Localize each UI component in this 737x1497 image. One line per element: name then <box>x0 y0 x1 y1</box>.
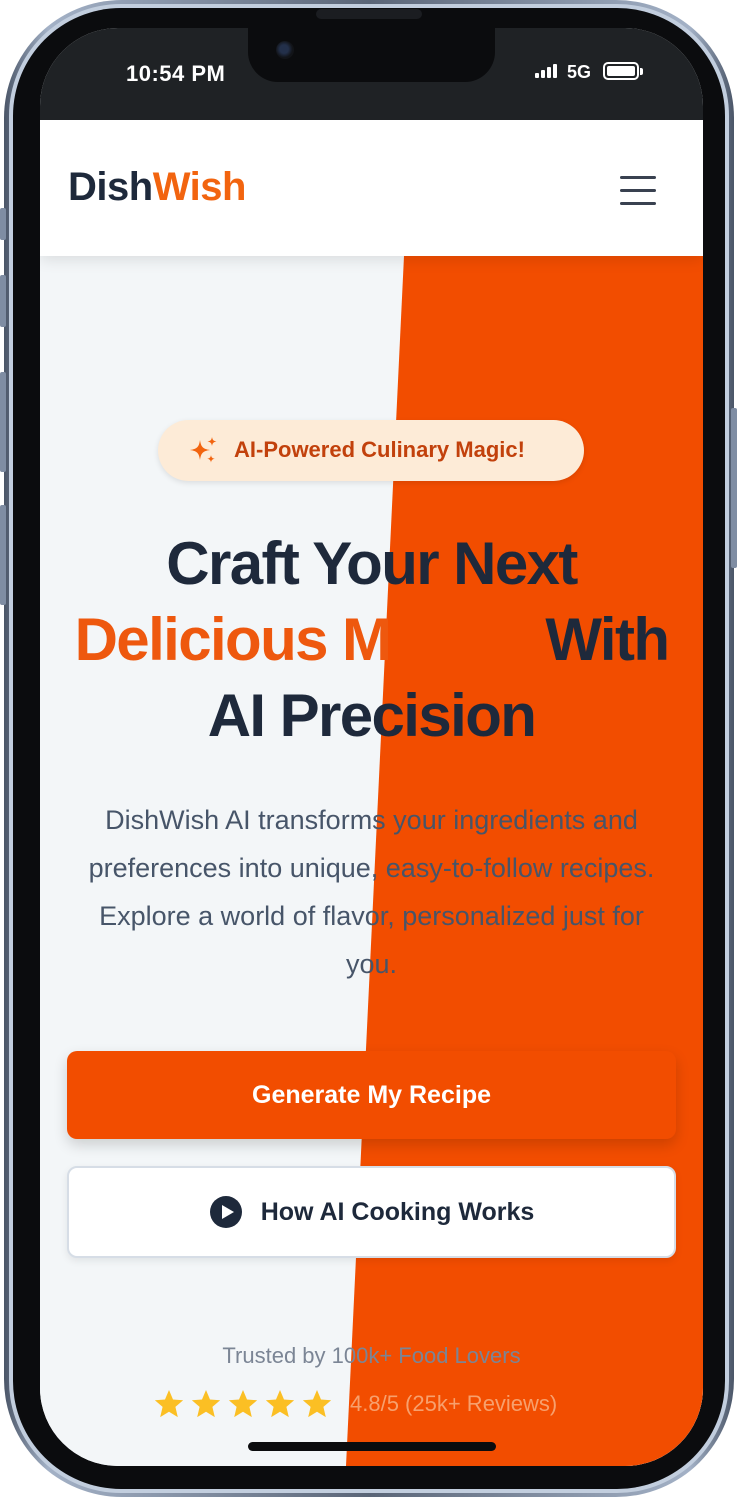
site-header: DishWish <box>40 120 703 256</box>
trust-text: Trusted by 100k+ Food Lovers <box>222 1343 521 1368</box>
camera-notch <box>248 28 495 82</box>
hero-title-line-1: Craft Your Next <box>166 530 578 597</box>
hero-title-highlight: Delicious M <box>74 606 392 673</box>
network-label: 5G <box>567 62 592 82</box>
hero-title-line-3: AI Precision <box>207 682 537 749</box>
brand-name-primary: Dish <box>68 165 153 209</box>
hero-title-line-2-rest: With <box>545 606 670 673</box>
volume-down-button <box>0 505 6 605</box>
power-button <box>731 408 737 568</box>
device-screenshot: 10:54 PM 5G DishWish AI-Powered Culinary… <box>0 0 737 1497</box>
play-icon <box>209 1196 242 1228</box>
sparkles-icon <box>190 437 217 463</box>
hero-section: AI-Powered Culinary Magic! Craft Your Ne… <box>40 256 703 1466</box>
how-it-works-button[interactable]: How AI Cooking Works <box>67 1166 676 1258</box>
hero-description: DishWish AI transforms your ingredients … <box>88 805 655 979</box>
silent-switch <box>0 208 6 240</box>
brand-name-accent: Wish <box>152 165 247 209</box>
hero-title: Craft Your Next Delicious M With AI Preci… <box>40 526 703 754</box>
star-icon <box>154 1390 184 1418</box>
volume-up-button-2 <box>0 372 6 472</box>
volume-up-button <box>0 275 6 327</box>
star-icon <box>191 1390 221 1418</box>
home-indicator[interactable] <box>248 1442 496 1451</box>
rating-text: 4.8/5 (25k+ Reviews) <box>350 1391 558 1416</box>
rating-row: 4.8/5 (25k+ Reviews) <box>153 1387 557 1421</box>
how-it-works-label: How AI Cooking Works <box>260 1197 535 1226</box>
brand-logo[interactable]: DishWish <box>68 165 246 210</box>
battery-icon <box>603 62 643 80</box>
badge-label: AI-Powered Culinary Magic! <box>234 437 525 462</box>
screen: 10:54 PM 5G DishWish AI-Powered Culinary… <box>40 28 703 1466</box>
signal-icon <box>535 63 557 78</box>
generate-recipe-button[interactable]: Generate My Recipe <box>67 1051 676 1139</box>
hamburger-menu-icon[interactable] <box>612 172 658 212</box>
star-icon <box>302 1390 332 1418</box>
star-icon <box>228 1390 258 1418</box>
ai-badge: AI-Powered Culinary Magic! <box>158 420 584 481</box>
star-icon <box>265 1390 295 1418</box>
earpiece-speaker <box>316 9 422 19</box>
status-time: 10:54 PM <box>126 61 226 86</box>
front-camera-icon <box>276 41 294 59</box>
